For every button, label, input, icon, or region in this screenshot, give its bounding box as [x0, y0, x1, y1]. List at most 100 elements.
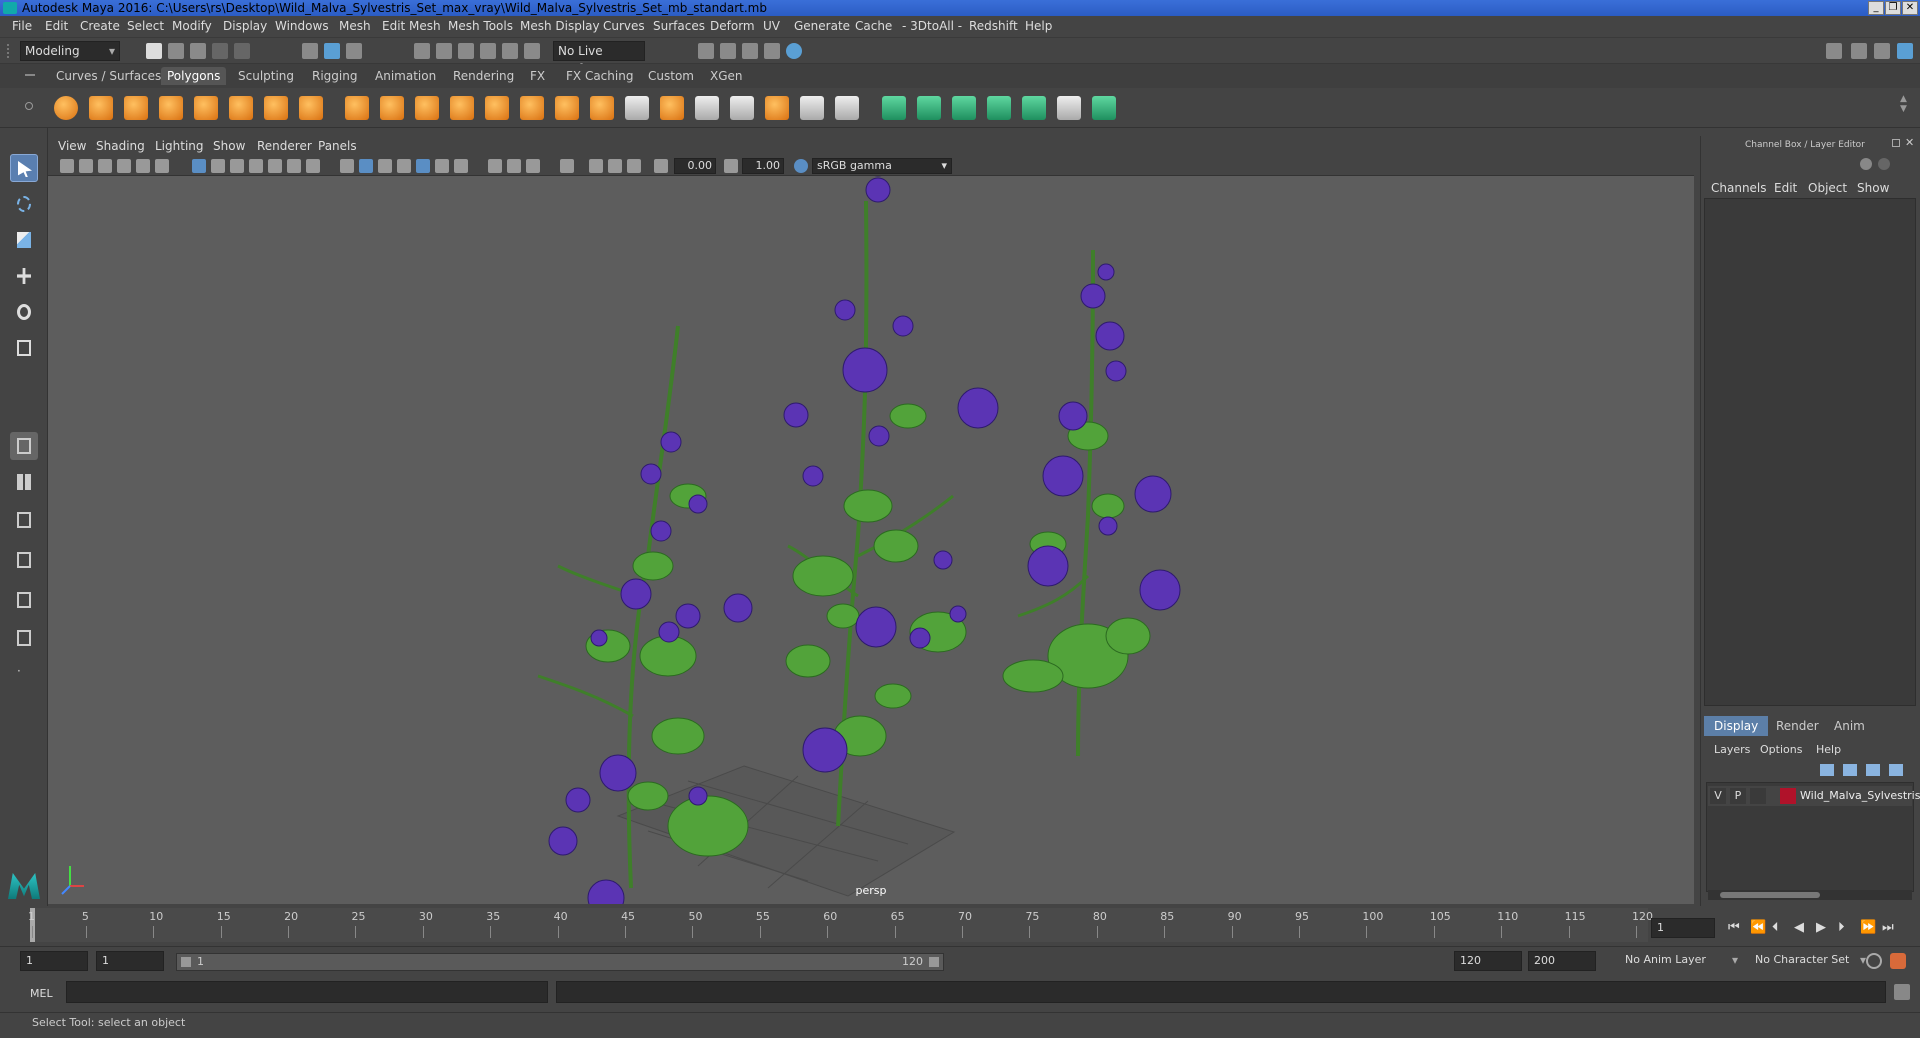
extrude-icon[interactable]	[590, 96, 614, 120]
rotate-tool[interactable]	[10, 298, 38, 326]
menu-uv[interactable]: UV	[763, 19, 780, 33]
ambient-occlusion-icon[interactable]	[488, 159, 502, 173]
viewport-menu-lighting[interactable]: Lighting	[155, 139, 204, 153]
gate-mask-icon[interactable]	[249, 159, 263, 173]
uv-editor-icon[interactable]	[1022, 96, 1046, 120]
hypershade-icon[interactable]	[786, 43, 802, 59]
auto-key-icon[interactable]	[1866, 953, 1882, 969]
tool-settings-icon[interactable]	[1874, 43, 1890, 59]
layer-name[interactable]: Wild_Malva_Sylvestris_	[1800, 789, 1920, 802]
separate-icon[interactable]	[380, 96, 404, 120]
textured-icon[interactable]	[416, 159, 430, 173]
poly-cone-icon[interactable]	[159, 96, 183, 120]
menu-edit-mesh[interactable]: Edit Mesh	[382, 19, 441, 33]
poly-pipe-icon[interactable]	[299, 96, 323, 120]
start-time-field[interactable]: 1	[20, 951, 88, 971]
shadows-icon[interactable]	[454, 159, 468, 173]
viewport-menu-renderer[interactable]: Renderer	[257, 139, 312, 153]
layer-visibility-toggle[interactable]: V	[1710, 788, 1726, 804]
xray-icon[interactable]	[589, 159, 603, 173]
shelf-settings-icon[interactable]	[25, 102, 33, 110]
layer-tab-display[interactable]: Display	[1704, 716, 1769, 736]
shelf-tab-custom[interactable]: Custom	[642, 67, 700, 85]
bridge-icon[interactable]	[660, 96, 684, 120]
select-tool[interactable]	[10, 154, 38, 182]
snap-grid-icon[interactable]	[414, 43, 430, 59]
minimize-icon[interactable]: _	[1868, 1, 1884, 15]
xray-joints-icon[interactable]	[608, 159, 622, 173]
channel-box-mode-icon[interactable]	[1860, 158, 1872, 170]
wireframe-icon[interactable]	[340, 159, 354, 173]
four-view-layout[interactable]	[10, 468, 38, 496]
range-end-handle[interactable]	[929, 957, 939, 967]
combine-icon[interactable]	[345, 96, 369, 120]
save-scene-icon[interactable]	[190, 43, 206, 59]
exposure-field[interactable]: 0.00	[674, 158, 716, 174]
viewport-persp[interactable]: persp	[48, 176, 1694, 904]
bevel-icon[interactable]	[625, 96, 649, 120]
automatic-uv-icon[interactable]	[987, 96, 1011, 120]
render-view-icon[interactable]	[764, 43, 780, 59]
menu-file[interactable]: File	[12, 19, 32, 33]
anti-aliasing-icon[interactable]	[507, 159, 521, 173]
menu-edit[interactable]: Edit	[45, 19, 68, 33]
new-layer-selected-icon[interactable]	[1889, 764, 1903, 776]
layer-playback-toggle[interactable]: P	[1730, 788, 1746, 804]
isolate-select-icon[interactable]	[560, 159, 574, 173]
end-time-field[interactable]: 200	[1528, 951, 1596, 971]
play-forward-icon[interactable]: ▶	[1816, 920, 1826, 935]
anim-layer-dropdown[interactable]: No Anim Layer	[1620, 951, 1740, 971]
poly-plane-icon[interactable]	[194, 96, 218, 120]
use-all-lights-icon[interactable]	[435, 159, 449, 173]
step-forward-key-icon[interactable]: ⏵	[1838, 920, 1845, 935]
color-space-dropdown[interactable]: sRGB gamma ▾	[812, 158, 952, 174]
select-by-object-icon[interactable]	[324, 43, 340, 59]
menu-create[interactable]: Create	[80, 19, 120, 33]
layer-color-swatch[interactable]	[1780, 788, 1796, 804]
shelf-menu-icon[interactable]	[25, 74, 35, 76]
viewport-menu-view[interactable]: View	[58, 139, 86, 153]
range-start-handle[interactable]	[181, 957, 191, 967]
menu-generate[interactable]: Generate	[794, 19, 850, 33]
attribute-mode-icon[interactable]	[1878, 158, 1890, 170]
play-backward-icon[interactable]: ◀	[1794, 920, 1804, 935]
camera-select-icon[interactable]	[60, 159, 74, 173]
shelf-tab-rendering[interactable]: Rendering	[447, 67, 520, 85]
menu-help[interactable]: Help	[1025, 19, 1052, 33]
shelf-tab-fx-caching[interactable]: FX Caching	[560, 67, 639, 85]
layer-row[interactable]: V P Wild_Malva_Sylvestris_	[1708, 786, 1920, 806]
redo-icon[interactable]	[234, 43, 250, 59]
shelf-tab-animation[interactable]: Animation	[369, 67, 442, 85]
snap-point-icon[interactable]	[458, 43, 474, 59]
animation-preferences-icon[interactable]	[1890, 953, 1906, 969]
shelf-tab-xgen[interactable]: XGen	[704, 67, 749, 85]
layer-menu-help[interactable]: Help	[1816, 743, 1841, 756]
default-material-icon[interactable]	[397, 159, 411, 173]
go-to-end-icon[interactable]: ⏭	[1882, 920, 1894, 935]
poly-cube-icon[interactable]	[89, 96, 113, 120]
step-forward-frame-icon[interactable]: ⏩	[1860, 920, 1876, 935]
poly-cylinder-icon[interactable]	[124, 96, 148, 120]
time-slider-track[interactable]	[30, 908, 1648, 942]
two-view-layout[interactable]	[10, 506, 38, 534]
merge-icon[interactable]	[800, 96, 824, 120]
viewport-menu-shading[interactable]: Shading	[96, 139, 145, 153]
xray-components-icon[interactable]	[627, 159, 641, 173]
menu-curves[interactable]: Curves	[603, 19, 645, 33]
range-slider-bar[interactable]: 1 120	[176, 953, 944, 971]
mirror-icon[interactable]	[520, 96, 544, 120]
shelf-scroll-arrows-icon[interactable]: ▲ ▼	[1900, 94, 1907, 114]
booleans-icon[interactable]	[485, 96, 509, 120]
cylindrical-uv-icon[interactable]	[917, 96, 941, 120]
bookmark-icon[interactable]	[98, 159, 112, 173]
move-layer-up-icon[interactable]	[1820, 764, 1834, 776]
go-to-start-icon[interactable]: ⏮	[1728, 920, 1740, 935]
lasso-tool[interactable]	[10, 190, 38, 218]
render-settings-icon[interactable]	[698, 43, 714, 59]
gamma-icon[interactable]	[724, 159, 738, 173]
snap-curve-icon[interactable]	[436, 43, 452, 59]
hypershade-persp-layout[interactable]	[10, 624, 38, 652]
layer-tab-anim[interactable]: Anim	[1824, 716, 1875, 736]
safe-action-icon[interactable]	[287, 159, 301, 173]
shelf-tab-polygons[interactable]: Polygons	[161, 67, 227, 85]
